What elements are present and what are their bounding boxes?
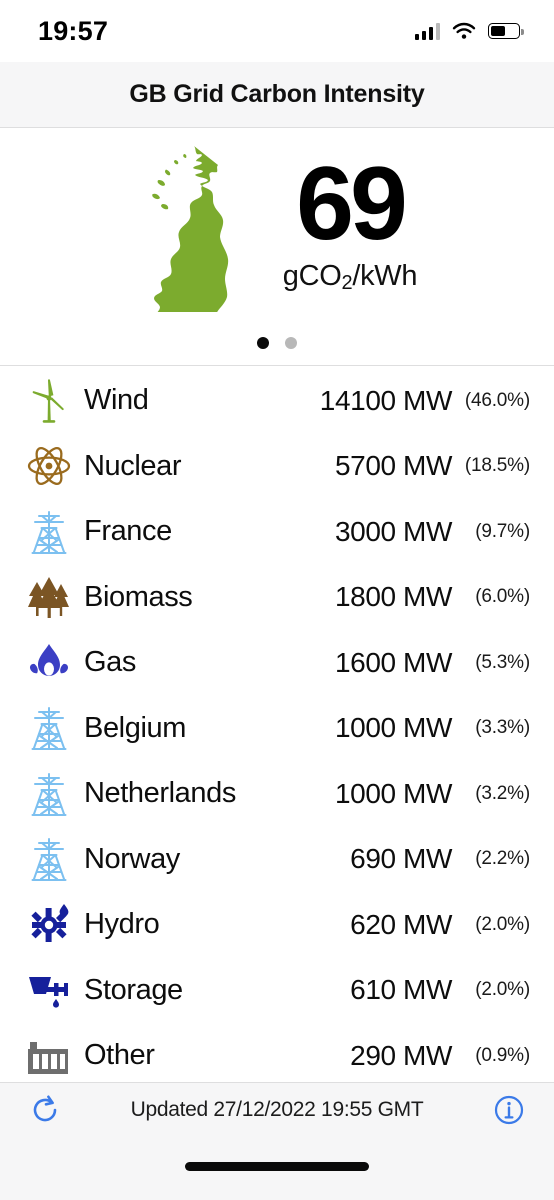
generation-row[interactable]: Gas 1600 MW (5.3%) [0, 630, 554, 696]
generation-row[interactable]: Wind 14100 MW (46.0%) [0, 368, 554, 434]
generation-share-value: (18.5%) [464, 455, 530, 477]
intensity-value: 69 [296, 146, 408, 263]
generation-list: Wind 14100 MW (46.0%) Nuclear 5700 MW (18.5%… [0, 366, 554, 1082]
generation-source-label: Storage [84, 973, 183, 1006]
generation-share-value: (2.0%) [475, 979, 530, 1001]
generation-source-label: Other [84, 1039, 155, 1072]
atom-icon [20, 442, 78, 490]
pylon-icon [20, 508, 78, 556]
generation-output-value: 1000 MW [334, 777, 452, 809]
generation-source-label: Netherlands [84, 777, 236, 810]
generation-row[interactable]: Nuclear 5700 MW (18.5%) [0, 434, 554, 500]
bottom-toolbar: Updated 27/12/2022 19:55 GMT [0, 1082, 554, 1136]
generation-row[interactable]: Other 290 MW (0.9%) [0, 1023, 554, 1082]
home-indicator[interactable] [185, 1162, 369, 1171]
generation-output-value: 3000 MW [334, 515, 452, 547]
generation-source-label: Wind [84, 384, 149, 417]
generation-output-value: 5700 MW [334, 450, 452, 482]
title-bar: GB Grid Carbon Intensity [0, 62, 554, 128]
generation-row[interactable]: Hydro 620 MW (2.0%) [0, 892, 554, 958]
page-dot-2[interactable] [285, 337, 297, 349]
gas-flame-icon [20, 639, 78, 687]
great-britain-map [152, 146, 228, 312]
info-icon[interactable] [492, 1093, 526, 1127]
generation-share-value: (3.2%) [475, 782, 530, 804]
generation-share-value: (46.0%) [464, 389, 530, 411]
page-dot-1[interactable] [257, 337, 269, 349]
wifi-icon [452, 22, 476, 39]
battery-icon [488, 23, 524, 39]
generation-output-value: 290 MW [350, 1039, 452, 1071]
generation-output-value: 610 MW [350, 974, 452, 1006]
generation-row[interactable]: France 3000 MW (9.7%) [0, 499, 554, 565]
units-suffix: /kWh [352, 259, 418, 292]
pylon-icon [20, 770, 78, 818]
generation-row[interactable]: Biomass 1800 MW (6.0%) [0, 565, 554, 631]
generation-share-value: (0.9%) [475, 1044, 530, 1066]
intensity-hero[interactable]: 69 gCO2/kWh [0, 128, 554, 366]
generation-row[interactable]: Storage 610 MW (2.0%) [0, 958, 554, 1024]
units-prefix: gCO [282, 259, 342, 292]
status-bar-icons [414, 22, 524, 40]
water-tap-icon [20, 966, 78, 1014]
last-updated-text: Updated 27/12/2022 19:55 GMT [130, 1097, 424, 1121]
intensity-reading: 69 gCO2/kWh [282, 146, 418, 299]
cellular-signal-icon [414, 22, 440, 40]
generation-output-value: 690 MW [350, 843, 452, 875]
page-indicator[interactable] [0, 337, 554, 349]
pine-trees-icon [20, 573, 78, 621]
generation-share-value: (5.3%) [475, 651, 530, 673]
generation-share-value: (2.2%) [475, 848, 530, 870]
pylon-icon [20, 704, 78, 752]
generation-source-label: France [84, 515, 172, 548]
generation-source-label: Biomass [84, 580, 193, 613]
status-bar-clock: 19:57 [38, 15, 109, 46]
wind-turbine-icon [20, 377, 78, 425]
generation-share-value: (6.0%) [475, 586, 530, 608]
factory-icon [20, 1032, 78, 1080]
home-indicator-area [0, 1136, 554, 1200]
generation-source-label: Gas [84, 646, 136, 679]
generation-share-value: (9.7%) [475, 520, 530, 542]
refresh-icon[interactable] [28, 1093, 62, 1127]
app-screen: 19:57 GB Grid Carbon Intensity 69 gCO2/k… [0, 0, 554, 1200]
generation-share-value: (2.0%) [475, 913, 530, 935]
generation-output-value: 1000 MW [334, 712, 452, 744]
page-title: GB Grid Carbon Intensity [129, 80, 425, 108]
units-subscript: 2 [341, 271, 353, 294]
generation-output-value: 1800 MW [334, 581, 452, 613]
hydro-turbine-icon [20, 901, 78, 949]
generation-row[interactable]: Belgium 1000 MW (3.3%) [0, 696, 554, 762]
generation-output-value: 14100 MW [319, 384, 453, 416]
generation-row[interactable]: Norway 690 MW (2.2%) [0, 827, 554, 893]
generation-source-label: Hydro [84, 908, 160, 941]
pylon-icon [20, 835, 78, 883]
intensity-units: gCO2/kWh [282, 259, 418, 294]
status-bar: 19:57 [0, 0, 554, 62]
generation-source-label: Belgium [84, 711, 186, 744]
generation-output-value: 1600 MW [334, 646, 452, 678]
generation-output-value: 620 MW [350, 908, 452, 940]
generation-source-label: Nuclear [84, 449, 182, 482]
generation-share-value: (3.3%) [475, 717, 530, 739]
generation-row[interactable]: Netherlands 1000 MW (3.2%) [0, 761, 554, 827]
generation-source-label: Norway [84, 842, 180, 875]
